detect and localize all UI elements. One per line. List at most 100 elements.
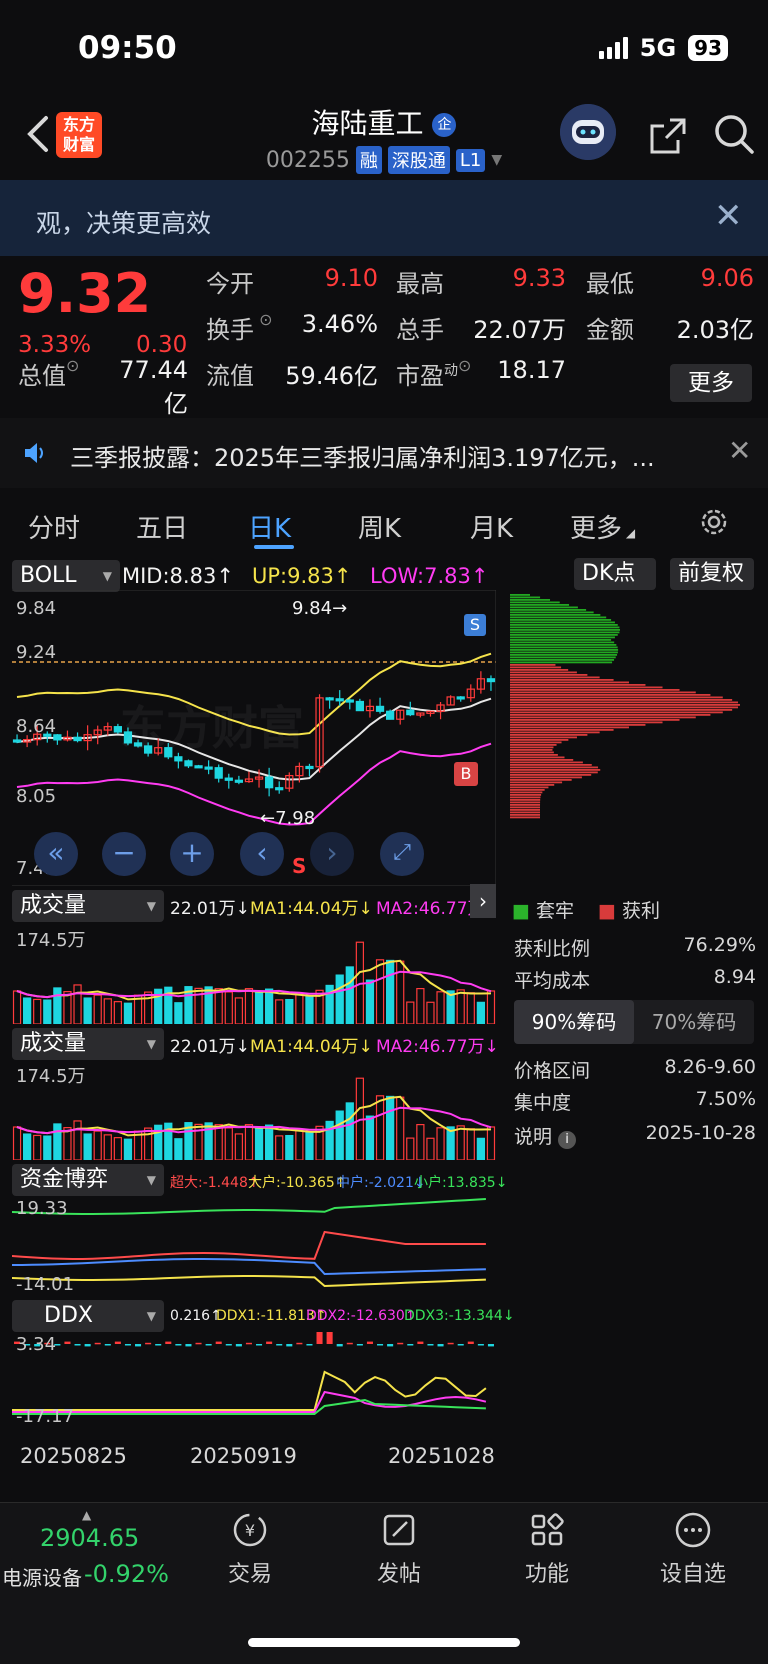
index-change[interactable]: -0.92% [84, 1560, 169, 1588]
adjust-select[interactable]: 前复权 [670, 558, 754, 590]
fullscreen-button[interactable]: ⤢ [380, 832, 424, 876]
tab-weekly-k[interactable]: 周K [358, 508, 401, 545]
fund-super-line [12, 1230, 486, 1260]
scroll-left-button[interactable]: ‹ [240, 832, 284, 876]
boll-up: UP:9.83↑ [252, 564, 352, 588]
candle-body [12, 739, 22, 743]
nav-trade[interactable]: ¥ 交易 [175, 1510, 325, 1588]
stat-high-value: 9.33 [512, 264, 566, 292]
tab-intraday[interactable]: 分时 [28, 508, 80, 545]
nav-functions[interactable]: 功能 [472, 1510, 622, 1588]
vol-ma1: MA1:44.04万↓ [250, 1037, 373, 1057]
volume-select[interactable]: 成交量 ▼ [12, 890, 164, 922]
tab-five-day[interactable]: 五日 [136, 508, 188, 545]
nav-functions-label: 功能 [524, 1562, 569, 1587]
chevron-down-icon: ▼ [102, 569, 112, 583]
share-icon[interactable] [648, 116, 688, 156]
caret-up-icon: ▲ [82, 1508, 92, 1522]
index-name[interactable]: 电源设备 [2, 1562, 82, 1591]
x-date-label: 20250825 [20, 1444, 127, 1468]
close-icon[interactable]: ✕ [728, 434, 751, 467]
info-icon[interactable]: ⊙ [254, 310, 272, 329]
volume-bar [73, 984, 82, 1024]
fund-chart [12, 1198, 486, 1288]
volume-bar [365, 979, 375, 1024]
pe-superscript: 动 [444, 363, 458, 379]
stat-low-label: 最低 [586, 270, 634, 298]
close-icon[interactable]: ✕ [714, 196, 743, 236]
zoom-out-button[interactable]: − [102, 832, 146, 876]
ddx-bar [114, 1341, 121, 1344]
tab-monthly-k[interactable]: 月K [470, 508, 513, 545]
candle-body [275, 787, 284, 791]
robot-avatar-icon[interactable] [560, 104, 616, 160]
chip-bar [510, 781, 563, 784]
vol-value: 22.01万↓ [170, 899, 250, 919]
dk-point-select[interactable]: DK点 [574, 558, 656, 590]
candle-body [355, 700, 365, 712]
candle-body [385, 710, 395, 720]
tab-daily-k[interactable]: 日K [248, 508, 291, 545]
chip-bar [510, 606, 578, 609]
indicator-select[interactable]: BOLL ▼ [12, 560, 120, 592]
fund-select[interactable]: 资金博弈 ▼ [12, 1164, 164, 1196]
sell-marker[interactable]: S [464, 614, 486, 636]
note-date-value: 2025-10-28 [645, 1122, 756, 1144]
volume-bar [33, 998, 42, 1024]
legend-trapped: ■ 套牢 [512, 896, 574, 923]
more-button[interactable]: 更多 [670, 364, 752, 402]
nav-post[interactable]: 发帖 [324, 1510, 474, 1588]
info-icon[interactable]: i [558, 1131, 577, 1149]
info-icon[interactable]: ⊙ [458, 356, 471, 375]
ddx-bar [205, 1344, 212, 1346]
chip-bar [510, 711, 723, 714]
volume-bar [63, 1127, 72, 1160]
gear-icon[interactable] [697, 505, 731, 539]
fund-mid: 中户:-2.021↓ [336, 1175, 426, 1191]
legend-swatch: ■ [598, 900, 622, 922]
vol-value: 22.01万↓ [170, 1037, 250, 1057]
chip-bar [510, 789, 545, 791]
avg-cost-value: 8.94 [713, 966, 756, 988]
tab-more[interactable]: 更多 ◢ [570, 508, 635, 545]
tab-chip-90[interactable]: 90%筹码 [514, 1000, 634, 1044]
volume-bar [365, 1115, 375, 1160]
concentration-label: 集中度 [514, 1092, 572, 1114]
tab-chip-70[interactable]: 70%筹码 [634, 1000, 754, 1044]
chip-bar [510, 794, 542, 796]
chip-bar [510, 784, 555, 786]
scroll-right-button[interactable]: › [310, 832, 354, 876]
chip-bar [510, 601, 560, 604]
ddx-bar [235, 1344, 242, 1347]
fast-back-button[interactable]: « [34, 832, 78, 876]
search-icon[interactable] [712, 112, 756, 156]
volume-select[interactable]: 成交量 ▼ [12, 1028, 164, 1060]
ddx-select[interactable]: DDX ▼ [12, 1300, 164, 1332]
zoom-in-button[interactable]: + [170, 832, 214, 876]
volume-bar [426, 1137, 435, 1160]
buy-marker[interactable]: B [454, 762, 478, 786]
profit-ratio-value: 76.29% [683, 934, 756, 956]
chevron-right-icon[interactable]: › [470, 884, 496, 918]
chip-bar [510, 641, 615, 644]
volume-bar [285, 1134, 294, 1160]
fund-big: 大户:-10.365↑ [248, 1175, 347, 1191]
stat-high-label: 最高 [396, 270, 444, 298]
volume-bar [476, 1001, 486, 1024]
price-range-value: 8.26-9.60 [664, 1056, 756, 1078]
ddx-name: DDX [44, 1303, 93, 1328]
stat-float-label: 流值 [206, 362, 254, 390]
turnover-label-text: 换手 [206, 316, 254, 344]
index-value[interactable]: 2904.65 [40, 1524, 139, 1552]
concentration-value: 7.50% [695, 1088, 756, 1110]
volume-bar [486, 990, 496, 1024]
nav-watchlist[interactable]: 设自选 [618, 1510, 768, 1588]
candle-body [184, 760, 193, 767]
chip-bar [510, 716, 696, 719]
change-percent: 3.33% [18, 332, 92, 358]
chip-bar [510, 599, 551, 601]
chip-bar [510, 681, 629, 684]
chip-bar [510, 639, 612, 641]
info-icon[interactable]: ⊙ [66, 356, 79, 375]
fund-small: 小户:13.835↓ [414, 1175, 508, 1191]
